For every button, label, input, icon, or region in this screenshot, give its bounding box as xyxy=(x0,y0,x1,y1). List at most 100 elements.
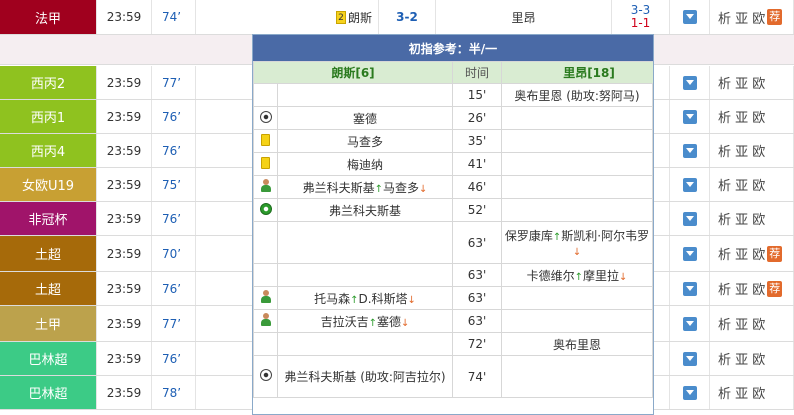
league-badge[interactable]: 土甲 xyxy=(0,306,97,341)
recommend-badge[interactable]: 荐 xyxy=(767,245,783,262)
kickoff-time: 23:59 xyxy=(97,376,152,409)
score-value[interactable]: 3-2 xyxy=(396,10,418,24)
analysis-links[interactable]: 析 亚 欧荐 xyxy=(710,0,794,34)
league-badge[interactable]: 巴林超 xyxy=(0,342,97,375)
analysis-links[interactable]: 析 亚 欧 xyxy=(710,376,794,409)
event-time: 15' xyxy=(452,83,503,107)
analysis-links[interactable]: 析 亚 欧荐 xyxy=(710,272,794,305)
event-time: 63' xyxy=(452,263,503,287)
analysis-links[interactable]: 析 亚 欧 xyxy=(710,306,794,341)
match-minute: 74’ xyxy=(152,0,196,34)
links-text[interactable]: 析 亚 欧 xyxy=(718,175,765,194)
analysis-links[interactable]: 析 亚 欧 xyxy=(710,66,794,99)
expand-dropdown-button[interactable] xyxy=(670,66,710,99)
event-time: 63' xyxy=(452,286,503,310)
home-team-name[interactable]: 朗斯 xyxy=(348,9,372,26)
event-time: 26' xyxy=(452,106,503,130)
home-event-cell: 塞德 xyxy=(276,106,454,130)
links-text[interactable]: 析 亚 欧 xyxy=(718,244,765,263)
event-time: 52' xyxy=(452,198,503,222)
chevron-down-icon xyxy=(682,316,697,331)
expand-dropdown-button[interactable] xyxy=(670,100,710,133)
links-text[interactable]: 析 亚 欧 xyxy=(718,314,765,333)
match-minute: 77’ xyxy=(152,306,196,341)
league-badge[interactable]: 巴林超 xyxy=(0,376,97,409)
expand-dropdown-button[interactable] xyxy=(670,202,710,235)
event-time: 35' xyxy=(452,129,503,153)
league-badge[interactable]: 西丙2 xyxy=(0,66,97,99)
away-event-cell: 保罗康库↑斯凯利·阿尔韦罗↓ xyxy=(501,221,653,264)
penalty-goal-icon xyxy=(259,202,272,215)
league-badge[interactable]: 法甲 xyxy=(0,0,97,34)
links-text[interactable]: 析 亚 欧 xyxy=(718,383,765,402)
expand-dropdown-button[interactable] xyxy=(670,272,710,305)
home-player: 弗兰科夫斯基 (助攻:阿吉拉尔) xyxy=(284,370,446,384)
event-row: 吉拉沃吉↑塞德↓ 63' xyxy=(253,309,653,333)
halftime-score: 1-1 xyxy=(630,16,651,30)
home-event-cell: 吉拉沃吉↑塞德↓ xyxy=(276,309,454,333)
away-event-cell xyxy=(501,309,653,333)
away-event-cell xyxy=(501,106,653,130)
expand-dropdown-button[interactable] xyxy=(670,376,710,409)
away-event-cell: 奥布里恩 (助攻:努阿马) xyxy=(501,83,653,107)
event-time: 41' xyxy=(452,152,503,176)
recommend-badge[interactable]: 荐 xyxy=(767,9,783,25)
league-badge[interactable]: 西丙1 xyxy=(0,100,97,133)
player-out: 塞德 xyxy=(377,314,402,329)
links-text[interactable]: 析 亚 欧 xyxy=(718,209,765,228)
home-event-icon-cell xyxy=(253,152,278,176)
league-badge[interactable]: 非冠杯 xyxy=(0,202,97,235)
analysis-links[interactable]: 析 亚 欧 xyxy=(710,134,794,167)
home-event-cell xyxy=(276,332,454,356)
time-header: 时间 xyxy=(452,61,503,84)
player-in: 托马森 xyxy=(314,291,351,306)
analysis-links[interactable]: 析 亚 欧 xyxy=(710,342,794,375)
links-text[interactable]: 析 亚 欧 xyxy=(718,279,765,298)
event-time: 74' xyxy=(452,355,503,398)
analysis-links[interactable]: 析 亚 欧 xyxy=(710,168,794,201)
expand-dropdown-button[interactable] xyxy=(670,342,710,375)
match-row[interactable]: 法甲 23:59 74’ 2 朗斯 3-2 里昂 3-3 1-1 析 亚 欧荐 xyxy=(0,0,794,35)
popup-title: 初指参考：半/一 xyxy=(253,35,653,61)
score[interactable]: 3-2 xyxy=(379,0,436,34)
kickoff-time: 23:59 xyxy=(97,272,152,305)
home-event-cell: 弗兰科夫斯基↑马查多↓ xyxy=(276,175,454,199)
chevron-down-icon xyxy=(682,246,697,261)
links-text[interactable]: 析 亚 欧 xyxy=(718,107,765,126)
league-badge[interactable]: 土超 xyxy=(0,272,97,305)
events-table: 朗斯[6] 时间 里昂[18] 15' 奥布里恩 (助攻:努阿马) 塞德 26' 马查多… xyxy=(253,61,653,398)
league-badge[interactable]: 土超 xyxy=(0,236,97,271)
kickoff-time: 23:59 xyxy=(97,0,152,34)
arrow-up-icon: ↑ xyxy=(574,271,584,283)
away-team[interactable]: 里昂 xyxy=(436,0,612,34)
league-badge[interactable]: 女欧U19 xyxy=(0,168,97,201)
away-event-icon-cell xyxy=(652,198,653,222)
expand-dropdown-button[interactable] xyxy=(670,306,710,341)
home-team[interactable]: 2 朗斯 xyxy=(196,0,379,34)
match-minute: 76’ xyxy=(152,202,196,235)
expand-dropdown-button[interactable] xyxy=(670,236,710,271)
links-text[interactable]: 析 亚 欧 xyxy=(718,73,765,92)
expand-dropdown-button[interactable] xyxy=(670,134,710,167)
event-row: 63' 卡德维尔↑摩里拉↓ xyxy=(253,263,653,287)
event-row: 弗兰科夫斯基 (助攻:阿吉拉尔) 74' xyxy=(253,355,653,398)
away-event-cell xyxy=(501,286,653,310)
league-badge[interactable]: 西丙4 xyxy=(0,134,97,167)
links-text[interactable]: 析 亚 欧 xyxy=(718,349,765,368)
match-minute: 76’ xyxy=(152,134,196,167)
links-text[interactable]: 析 亚 欧 xyxy=(718,141,765,160)
chevron-down-icon xyxy=(682,75,697,90)
expand-dropdown-button[interactable] xyxy=(670,0,710,34)
event-row: 15' 奥布里恩 (助攻:努阿马) xyxy=(253,83,653,107)
analysis-links[interactable]: 析 亚 欧 xyxy=(710,202,794,235)
analysis-links[interactable]: 析 亚 欧荐 xyxy=(710,236,794,271)
event-row: 弗兰科夫斯基 52' xyxy=(253,198,653,222)
match-minute: 76’ xyxy=(152,342,196,375)
links-text[interactable]: 析 亚 欧 xyxy=(718,8,765,27)
home-event-cell xyxy=(276,83,454,107)
analysis-links[interactable]: 析 亚 欧 xyxy=(710,100,794,133)
recommend-badge[interactable]: 荐 xyxy=(767,280,783,297)
arrow-down-icon: ↓ xyxy=(407,294,416,306)
away-team-name[interactable]: 里昂 xyxy=(511,9,535,26)
expand-dropdown-button[interactable] xyxy=(670,168,710,201)
